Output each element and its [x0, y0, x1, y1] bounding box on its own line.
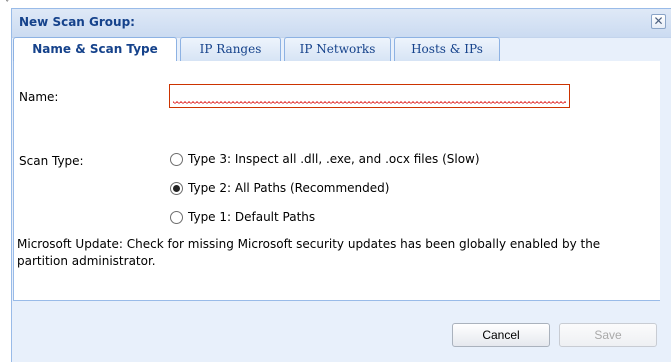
radio-type-1-label[interactable]: Type 1: Default Paths: [188, 210, 315, 224]
name-label: Name:: [19, 90, 59, 104]
tab-ip-ranges[interactable]: IP Ranges: [180, 37, 281, 61]
radio-type-3-label[interactable]: Type 3: Inspect all .dll, .exe, and .ocx…: [188, 152, 480, 166]
radio-type-2[interactable]: [170, 182, 183, 195]
tab-ip-networks[interactable]: IP Networks: [284, 37, 391, 61]
scan-type-label: Scan Type:: [19, 154, 84, 168]
microsoft-update-note: Microsoft Update: Check for missing Micr…: [17, 237, 601, 268]
dialog-title-bar[interactable]: New Scan Group: ✕: [12, 9, 671, 38]
tab-name-scan-type[interactable]: Name & Scan Type: [13, 37, 177, 62]
tab-hosts-ips[interactable]: Hosts & IPs: [394, 37, 500, 61]
name-input[interactable]: [169, 84, 570, 108]
dialog-title: New Scan Group:: [19, 15, 135, 29]
cancel-button[interactable]: Cancel: [452, 323, 550, 347]
caret-mark: ˇ: [5, 0, 10, 10]
radio-type-3[interactable]: [170, 153, 183, 166]
radio-type-1[interactable]: [170, 211, 183, 224]
save-button[interactable]: Save: [559, 323, 657, 347]
radio-type-2-label[interactable]: Type 2: All Paths (Recommended): [188, 181, 389, 195]
close-icon[interactable]: ✕: [651, 14, 666, 29]
tab-panel-name-scan-type: Name: Scan Type: Type 3: Inspect all .dl…: [13, 61, 660, 301]
